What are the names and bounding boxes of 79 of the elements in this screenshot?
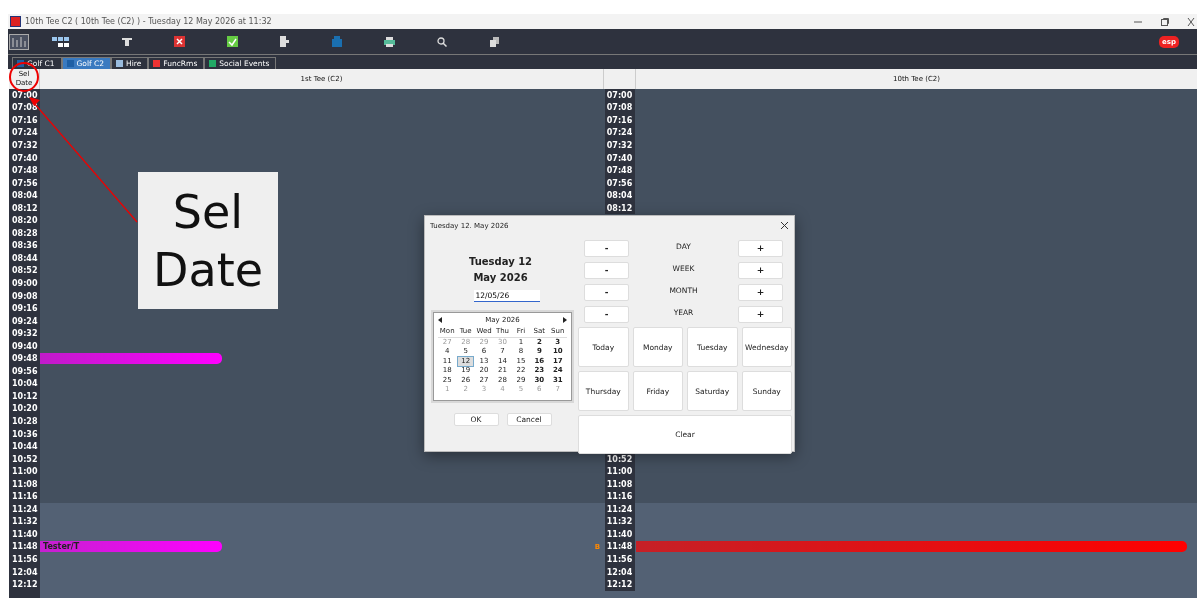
increment-button[interactable]: + xyxy=(738,261,783,279)
time-label: 11:40 xyxy=(604,528,635,541)
time-label: 09:40 xyxy=(12,341,38,351)
copy-icon[interactable] xyxy=(490,36,500,47)
time-label: 08:04 xyxy=(604,189,635,202)
time-label: 08:44 xyxy=(12,253,38,263)
time-label: 11:08 xyxy=(12,479,38,489)
cancel-icon[interactable] xyxy=(174,36,186,47)
time-label: 11:56 xyxy=(12,555,38,564)
time-label: 10:44 xyxy=(12,442,38,452)
time-label: 11:00 xyxy=(12,467,38,477)
time-label: 12:12 xyxy=(12,580,38,590)
inset-text: Sel xyxy=(172,183,244,241)
calendar-icon[interactable] xyxy=(9,33,29,50)
selected-date-text: Tuesday 12 xyxy=(468,255,533,269)
increment-button[interactable]: + xyxy=(738,239,783,257)
time-label: 09:56 xyxy=(12,366,38,376)
time-label: 11:40 xyxy=(12,529,38,539)
time-label: 09:24 xyxy=(12,316,38,326)
time-label: 09:08 xyxy=(12,291,38,301)
time-label: 08:36 xyxy=(12,241,38,251)
time-label: 07:56 xyxy=(12,178,38,188)
time-label: 08:28 xyxy=(12,228,38,238)
time-label: 08:12 xyxy=(12,203,38,213)
exit-icon[interactable] xyxy=(280,36,290,47)
time-label: 07:40 xyxy=(12,153,38,163)
increment-button[interactable]: + xyxy=(738,283,783,301)
time-label: 07:00 xyxy=(12,90,38,100)
time-label: 10:52 xyxy=(12,454,38,464)
time-label: 07:16 xyxy=(604,114,635,127)
booking-bar[interactable]: Tester/T xyxy=(40,541,222,553)
grid-icon[interactable] xyxy=(51,35,71,48)
previous-month-icon[interactable] xyxy=(438,317,442,323)
time-label: 11:48 xyxy=(12,542,38,552)
time-label: 09:00 xyxy=(12,278,38,288)
decrement-button[interactable]: - xyxy=(584,305,629,323)
time-label: 11:16 xyxy=(12,492,38,502)
time-label: 12:12 xyxy=(604,578,635,591)
time-label: 08:20 xyxy=(12,216,38,226)
time-label: 07:32 xyxy=(604,139,635,152)
time-label: 10:12 xyxy=(12,391,38,401)
time-label: 11:56 xyxy=(604,553,635,566)
print-icon[interactable] xyxy=(384,36,396,47)
time-label: 12:04 xyxy=(12,567,38,577)
next-month-icon[interactable] xyxy=(563,317,567,323)
time-label: 11:24 xyxy=(12,504,38,514)
time-label: 08:04 xyxy=(12,191,38,201)
time-label: 07:48 xyxy=(12,166,38,176)
close-icon[interactable] xyxy=(780,221,789,230)
restore-icon[interactable] xyxy=(1160,16,1170,27)
search-icon[interactable] xyxy=(437,36,448,47)
confirm-icon[interactable] xyxy=(226,36,238,47)
time-label: 10:28 xyxy=(12,417,38,426)
decrement-button[interactable]: - xyxy=(584,261,629,279)
time-label: 07:24 xyxy=(12,128,38,138)
time-label: 10:36 xyxy=(12,429,38,439)
time-label: 07:00 xyxy=(604,89,635,102)
decrement-button[interactable]: - xyxy=(584,239,629,257)
close-icon[interactable] xyxy=(1187,16,1195,27)
folder-icon[interactable] xyxy=(332,36,343,47)
time-label: 11:24 xyxy=(604,503,635,516)
time-label: 08:52 xyxy=(12,266,38,276)
time-label: 11:00 xyxy=(604,465,635,478)
booking-bar[interactable] xyxy=(40,353,222,365)
time-label: 10:20 xyxy=(12,404,38,414)
time-label: 09:48 xyxy=(12,354,38,364)
time-label: 10:04 xyxy=(12,379,38,389)
increment-button[interactable]: + xyxy=(738,305,783,323)
decrement-button[interactable]: - xyxy=(584,283,629,301)
time-label: 07:48 xyxy=(604,164,635,177)
time-label: 09:16 xyxy=(12,304,38,314)
time-label: 09:32 xyxy=(12,329,38,339)
app-icon xyxy=(10,16,21,27)
inset-text: Date xyxy=(153,241,263,299)
window-title: 10th Tee C2 ( 10th Tee (C2) ) - Tuesday 12 May 2026 at 11:32 xyxy=(25,17,273,26)
time-label: 07:16 xyxy=(12,115,38,125)
time-label: 07:32 xyxy=(12,140,38,150)
time-label: 11:32 xyxy=(12,517,38,527)
selected-date-text: May 2026 xyxy=(473,271,528,285)
